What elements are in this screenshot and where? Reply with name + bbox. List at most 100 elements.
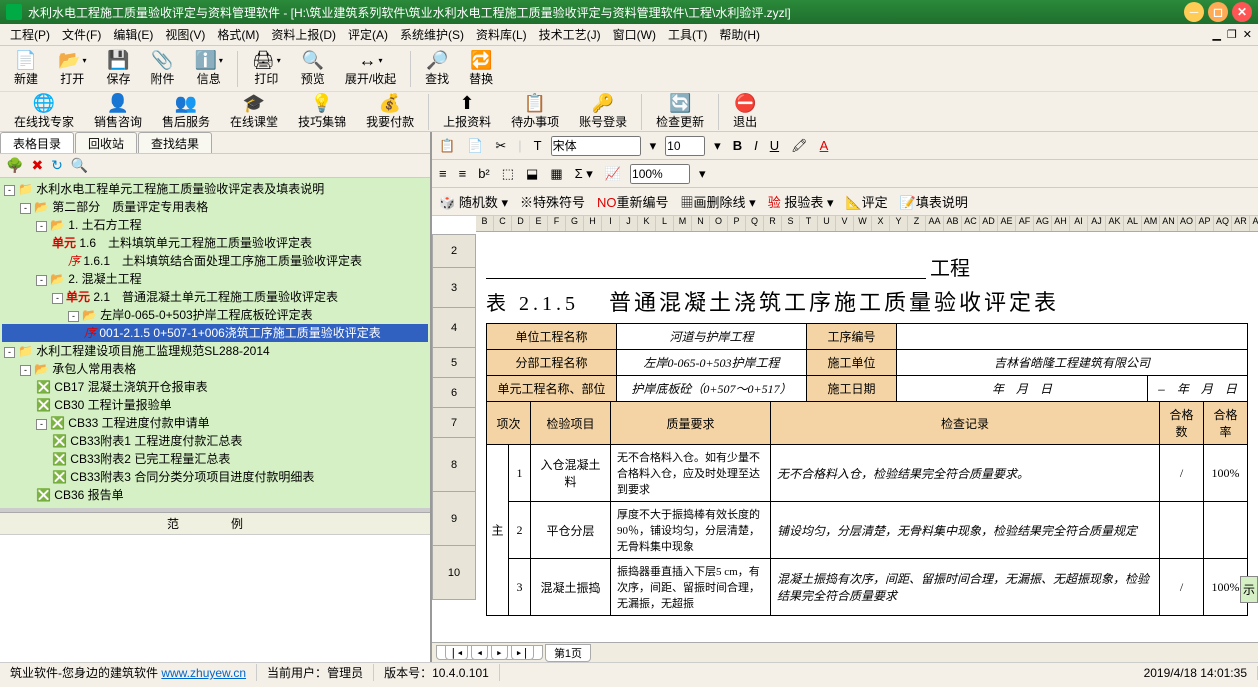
value-elem-project[interactable]: 护岸底板砼（0+507～0+517） <box>617 376 807 402</box>
tree-node[interactable]: -📂 2. 混凝土工程 <box>2 270 428 288</box>
mdi-min-icon[interactable]: ▁ <box>1210 28 1222 41</box>
merge-icon[interactable]: ⬚ <box>499 166 517 182</box>
random-button[interactable]: 🎲 随机数 ▾ <box>436 192 511 211</box>
mdi-close-icon[interactable]: ✕ <box>1241 28 1254 41</box>
copy-icon[interactable]: 📋 <box>436 138 458 154</box>
maximize-button[interactable]: ◻ <box>1208 2 1228 22</box>
toolbar-信息[interactable]: ℹ️▾信息 <box>184 48 232 89</box>
underline-button[interactable]: U <box>767 138 782 153</box>
toolbar-退出[interactable]: ⛔退出 <box>723 91 767 132</box>
zoom-dd-icon[interactable]: ▾ <box>696 166 709 182</box>
tree-delete-icon[interactable]: ✖ <box>31 157 43 174</box>
toolbar-附件[interactable]: 📎附件 <box>140 48 184 89</box>
toolbar-技巧集锦[interactable]: 💡技巧集锦 <box>288 91 356 132</box>
last-page-button[interactable]: ▸| <box>511 645 534 660</box>
tree-find-icon[interactable]: 🔍 <box>71 157 88 174</box>
menu-item[interactable]: 编辑(E) <box>107 26 159 43</box>
tree-node[interactable]: -📂 左岸0-065-0+503护岸工程底板砼评定表 <box>2 306 428 324</box>
prev-page-button[interactable]: ◂ <box>471 645 488 660</box>
superscript-icon[interactable]: b² <box>475 166 493 181</box>
tree-node[interactable]: 序 1.6.1 土料填筑结合面处理工序施工质量验收评定表 <box>2 252 428 270</box>
font-size-input[interactable] <box>665 136 705 156</box>
tree-node[interactable]: ❎ CB33附表3 合同分类分项项目进度付款明细表 <box>2 468 428 486</box>
align-center-icon[interactable]: ≡ <box>456 166 470 181</box>
border-icon[interactable]: ▦ <box>547 166 565 182</box>
menu-item[interactable]: 文件(F) <box>56 26 107 43</box>
menu-item[interactable]: 系统维护(S) <box>394 26 470 43</box>
chart-icon[interactable]: 📈 <box>602 166 624 182</box>
zoom-input[interactable] <box>630 164 690 184</box>
brand-url[interactable]: www.zhuyew.cn <box>161 666 246 680</box>
toolbar-账号登录[interactable]: 🔑账号登录 <box>569 91 637 132</box>
menu-item[interactable]: 工程(P) <box>4 26 56 43</box>
inspect-button[interactable]: 验 报验表 ▾ <box>765 192 837 211</box>
close-button[interactable]: ✕ <box>1232 2 1252 22</box>
menu-item[interactable]: 资料上报(D) <box>265 26 342 43</box>
toolbar-查找[interactable]: 🔎查找 <box>415 48 459 89</box>
toolbar-在线找专家[interactable]: 🌐在线找专家 <box>4 91 84 132</box>
toolbar-我要付款[interactable]: 💰我要付款 <box>356 91 424 132</box>
table-row[interactable]: 2平仓分层厚度不大于振捣棒有效长度的90％，铺设均匀，分层清楚，无骨料集中现象铺… <box>487 502 1248 559</box>
toolbar-销售咨询[interactable]: 👤销售咨询 <box>84 91 152 132</box>
special-char-button[interactable]: ※特殊符号 <box>517 192 588 211</box>
tree-node[interactable]: ❎ CB30 工程计量报验单 <box>2 396 428 414</box>
toolbar-售后服务[interactable]: 👥售后服务 <box>152 91 220 132</box>
menu-item[interactable]: 工具(T) <box>662 26 713 43</box>
font-name-input[interactable] <box>551 136 641 156</box>
menu-item[interactable]: 评定(A) <box>342 26 394 43</box>
value-date-from[interactable]: 年 月 日 <box>897 376 1148 402</box>
next-page-button[interactable]: ▸ <box>491 645 508 660</box>
toolbar-检查更新[interactable]: 🔄检查更新 <box>646 91 714 132</box>
menu-item[interactable]: 资料库(L) <box>470 26 533 43</box>
tree-node[interactable]: ❎ CB36 报告单 <box>2 486 428 504</box>
toolbar-打开[interactable]: 📂▾打开 <box>48 48 96 89</box>
paste-icon[interactable]: 📄 <box>464 138 486 154</box>
tree-node[interactable]: -📂 承包人常用表格 <box>2 360 428 378</box>
menu-item[interactable]: 技术工艺(J) <box>533 26 607 43</box>
value-unit-project[interactable]: 河道与护岸工程 <box>617 324 807 350</box>
mdi-restore-icon[interactable]: ❐ <box>1225 28 1239 41</box>
left-tab[interactable]: 查找结果 <box>138 132 212 153</box>
bold-button[interactable]: B <box>730 138 745 153</box>
tree-node[interactable]: -📂 1. 土石方工程 <box>2 216 428 234</box>
tree-node[interactable]: 单元 1.6 土料填筑单元工程施工质量验收评定表 <box>2 234 428 252</box>
table-row[interactable]: 3混凝土振捣振捣器垂直插入下层5 cm，有次序，间距、留振时间合理，无漏振，无超… <box>487 559 1248 616</box>
align-left-icon[interactable]: ≡ <box>436 166 450 181</box>
tree-view[interactable]: -📁 水利水电工程单元工程施工质量验收评定表及填表说明-📂 第二部分 质量评定专… <box>0 178 430 508</box>
highlight-button[interactable]: 🖍 <box>788 138 811 154</box>
tree-node[interactable]: -单元 2.1 普通混凝土单元工程施工质量验收评定表 <box>2 288 428 306</box>
toolbar-打印[interactable]: 🖨▾打印 <box>242 48 291 89</box>
toolbar-预览[interactable]: 🔍预览 <box>291 48 335 89</box>
sum-icon[interactable]: Σ ▾ <box>572 166 596 182</box>
left-tab[interactable]: 回收站 <box>75 132 137 153</box>
tree-node[interactable]: -📁 水利水电工程单元工程施工质量验收评定表及填表说明 <box>2 180 428 198</box>
tree-node[interactable]: ❎ CB33附表2 已完工程量汇总表 <box>2 450 428 468</box>
menu-item[interactable]: 帮助(H) <box>713 26 766 43</box>
tree-node[interactable]: ❎ CB17 混凝土浇筑开仓报审表 <box>2 378 428 396</box>
table-row[interactable]: 主1入仓混凝土料无不合格料入仓。如有少量不合格料入仓，应及时处理至达到要求无不合… <box>487 445 1248 502</box>
toolbar-在线课堂[interactable]: 🎓在线课堂 <box>220 91 288 132</box>
minimize-button[interactable]: ─ <box>1184 2 1204 22</box>
toolbar-保存[interactable]: 💾保存 <box>96 48 140 89</box>
tree-hierarchy-icon[interactable]: 🌳 <box>6 157 23 174</box>
side-tab[interactable]: 示 <box>1240 576 1258 603</box>
split-icon[interactable]: ⬓ <box>523 166 541 182</box>
first-page-button[interactable]: |◂ <box>445 645 468 660</box>
tree-node[interactable]: -📂 第二部分 质量评定专用表格 <box>2 198 428 216</box>
page-tab-1[interactable]: 第1页 <box>545 644 591 662</box>
tree-refresh-icon[interactable]: ↻ <box>51 157 63 174</box>
menu-item[interactable]: 视图(V) <box>159 26 211 43</box>
italic-button[interactable]: I <box>751 138 761 153</box>
cut-icon[interactable]: ✂ <box>492 138 509 154</box>
value-div-project[interactable]: 左岸0-065-0+503护岸工程 <box>617 350 807 376</box>
spreadsheet-area[interactable]: BCDEFGHIJKLMNOPQRSTUVWXYZAAABACADAEAFAGA… <box>432 216 1258 642</box>
strikethrough-button[interactable]: ▦画删除线 ▾ <box>678 192 759 211</box>
tree-node[interactable]: -📁 水利工程建设项目施工监理规范SL288-2014 <box>2 342 428 360</box>
check-table[interactable]: 项次 检验项目 质量要求 检查记录 合格数 合格率 主1入仓混凝土料无不合格料入… <box>486 401 1248 616</box>
toolbar-展开/收起[interactable]: ↔▾展开/收起 <box>335 48 406 89</box>
toolbar-待办事项[interactable]: 📋待办事项 <box>501 91 569 132</box>
renumber-button[interactable]: NO重新编号 <box>594 192 672 211</box>
toolbar-上报资料[interactable]: ⬆上报资料 <box>433 91 501 132</box>
left-tab[interactable]: 表格目录 <box>0 132 74 153</box>
font-dd-icon[interactable]: ▾ <box>647 138 660 154</box>
